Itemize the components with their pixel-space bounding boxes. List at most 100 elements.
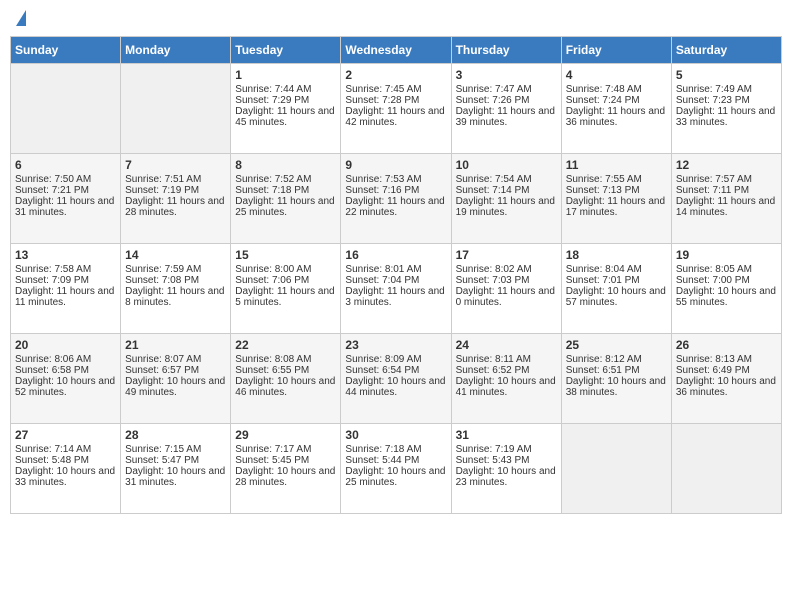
day-number: 21 bbox=[125, 338, 226, 352]
sunrise-text: Sunrise: 8:08 AM bbox=[235, 354, 336, 365]
calendar-cell: 27Sunrise: 7:14 AMSunset: 5:48 PMDayligh… bbox=[11, 424, 121, 514]
daylight-text: Daylight: 10 hours and 25 minutes. bbox=[345, 466, 446, 488]
daylight-text: Daylight: 10 hours and 33 minutes. bbox=[15, 466, 116, 488]
daylight-text: Daylight: 11 hours and 11 minutes. bbox=[15, 286, 116, 308]
day-header-friday: Friday bbox=[561, 37, 671, 64]
sunrise-text: Sunrise: 8:06 AM bbox=[15, 354, 116, 365]
calendar-cell: 14Sunrise: 7:59 AMSunset: 7:08 PMDayligh… bbox=[121, 244, 231, 334]
sunset-text: Sunset: 6:49 PM bbox=[676, 365, 777, 376]
daylight-text: Daylight: 10 hours and 38 minutes. bbox=[566, 376, 667, 398]
sunrise-text: Sunrise: 7:53 AM bbox=[345, 174, 446, 185]
calendar-week-row: 13Sunrise: 7:58 AMSunset: 7:09 PMDayligh… bbox=[11, 244, 782, 334]
sunrise-text: Sunrise: 7:58 AM bbox=[15, 264, 116, 275]
calendar-cell: 18Sunrise: 8:04 AMSunset: 7:01 PMDayligh… bbox=[561, 244, 671, 334]
day-number: 20 bbox=[15, 338, 116, 352]
day-number: 12 bbox=[676, 158, 777, 172]
sunset-text: Sunset: 5:45 PM bbox=[235, 455, 336, 466]
daylight-text: Daylight: 11 hours and 25 minutes. bbox=[235, 196, 336, 218]
day-number: 26 bbox=[676, 338, 777, 352]
logo-triangle-icon bbox=[16, 10, 26, 26]
sunset-text: Sunset: 6:57 PM bbox=[125, 365, 226, 376]
sunset-text: Sunset: 7:23 PM bbox=[676, 95, 777, 106]
calendar-cell: 5Sunrise: 7:49 AMSunset: 7:23 PMDaylight… bbox=[671, 64, 781, 154]
daylight-text: Daylight: 11 hours and 14 minutes. bbox=[676, 196, 777, 218]
day-number: 28 bbox=[125, 428, 226, 442]
sunset-text: Sunset: 7:24 PM bbox=[566, 95, 667, 106]
daylight-text: Daylight: 10 hours and 55 minutes. bbox=[676, 286, 777, 308]
calendar-cell: 13Sunrise: 7:58 AMSunset: 7:09 PMDayligh… bbox=[11, 244, 121, 334]
daylight-text: Daylight: 10 hours and 36 minutes. bbox=[676, 376, 777, 398]
day-header-tuesday: Tuesday bbox=[231, 37, 341, 64]
daylight-text: Daylight: 10 hours and 23 minutes. bbox=[456, 466, 557, 488]
calendar-cell: 25Sunrise: 8:12 AMSunset: 6:51 PMDayligh… bbox=[561, 334, 671, 424]
logo bbox=[14, 10, 26, 28]
calendar-cell: 24Sunrise: 8:11 AMSunset: 6:52 PMDayligh… bbox=[451, 334, 561, 424]
sunrise-text: Sunrise: 7:50 AM bbox=[15, 174, 116, 185]
day-number: 7 bbox=[125, 158, 226, 172]
calendar-cell: 7Sunrise: 7:51 AMSunset: 7:19 PMDaylight… bbox=[121, 154, 231, 244]
day-number: 3 bbox=[456, 68, 557, 82]
daylight-text: Daylight: 11 hours and 0 minutes. bbox=[456, 286, 557, 308]
day-number: 31 bbox=[456, 428, 557, 442]
daylight-text: Daylight: 10 hours and 31 minutes. bbox=[125, 466, 226, 488]
sunset-text: Sunset: 5:47 PM bbox=[125, 455, 226, 466]
daylight-text: Daylight: 11 hours and 17 minutes. bbox=[566, 196, 667, 218]
sunrise-text: Sunrise: 7:17 AM bbox=[235, 444, 336, 455]
day-number: 23 bbox=[345, 338, 446, 352]
calendar-cell: 15Sunrise: 8:00 AMSunset: 7:06 PMDayligh… bbox=[231, 244, 341, 334]
daylight-text: Daylight: 11 hours and 45 minutes. bbox=[235, 106, 336, 128]
daylight-text: Daylight: 11 hours and 31 minutes. bbox=[15, 196, 116, 218]
calendar-cell: 1Sunrise: 7:44 AMSunset: 7:29 PMDaylight… bbox=[231, 64, 341, 154]
daylight-text: Daylight: 11 hours and 42 minutes. bbox=[345, 106, 446, 128]
day-number: 9 bbox=[345, 158, 446, 172]
daylight-text: Daylight: 11 hours and 39 minutes. bbox=[456, 106, 557, 128]
page-header bbox=[10, 10, 782, 28]
calendar-cell: 19Sunrise: 8:05 AMSunset: 7:00 PMDayligh… bbox=[671, 244, 781, 334]
day-number: 19 bbox=[676, 248, 777, 262]
day-header-wednesday: Wednesday bbox=[341, 37, 451, 64]
day-number: 16 bbox=[345, 248, 446, 262]
day-header-sunday: Sunday bbox=[11, 37, 121, 64]
day-number: 2 bbox=[345, 68, 446, 82]
daylight-text: Daylight: 11 hours and 22 minutes. bbox=[345, 196, 446, 218]
day-number: 15 bbox=[235, 248, 336, 262]
sunset-text: Sunset: 6:55 PM bbox=[235, 365, 336, 376]
sunset-text: Sunset: 5:43 PM bbox=[456, 455, 557, 466]
sunrise-text: Sunrise: 7:57 AM bbox=[676, 174, 777, 185]
daylight-text: Daylight: 10 hours and 46 minutes. bbox=[235, 376, 336, 398]
sunrise-text: Sunrise: 7:51 AM bbox=[125, 174, 226, 185]
daylight-text: Daylight: 11 hours and 33 minutes. bbox=[676, 106, 777, 128]
daylight-text: Daylight: 11 hours and 3 minutes. bbox=[345, 286, 446, 308]
daylight-text: Daylight: 10 hours and 28 minutes. bbox=[235, 466, 336, 488]
sunset-text: Sunset: 7:04 PM bbox=[345, 275, 446, 286]
day-number: 24 bbox=[456, 338, 557, 352]
sunset-text: Sunset: 7:16 PM bbox=[345, 185, 446, 196]
calendar-cell: 8Sunrise: 7:52 AMSunset: 7:18 PMDaylight… bbox=[231, 154, 341, 244]
day-number: 14 bbox=[125, 248, 226, 262]
sunrise-text: Sunrise: 7:19 AM bbox=[456, 444, 557, 455]
daylight-text: Daylight: 10 hours and 41 minutes. bbox=[456, 376, 557, 398]
calendar-cell: 17Sunrise: 8:02 AMSunset: 7:03 PMDayligh… bbox=[451, 244, 561, 334]
day-number: 5 bbox=[676, 68, 777, 82]
calendar-week-row: 27Sunrise: 7:14 AMSunset: 5:48 PMDayligh… bbox=[11, 424, 782, 514]
sunset-text: Sunset: 7:13 PM bbox=[566, 185, 667, 196]
daylight-text: Daylight: 10 hours and 57 minutes. bbox=[566, 286, 667, 308]
sunrise-text: Sunrise: 8:01 AM bbox=[345, 264, 446, 275]
calendar-cell: 3Sunrise: 7:47 AMSunset: 7:26 PMDaylight… bbox=[451, 64, 561, 154]
day-number: 18 bbox=[566, 248, 667, 262]
daylight-text: Daylight: 11 hours and 19 minutes. bbox=[456, 196, 557, 218]
sunset-text: Sunset: 6:52 PM bbox=[456, 365, 557, 376]
calendar-week-row: 20Sunrise: 8:06 AMSunset: 6:58 PMDayligh… bbox=[11, 334, 782, 424]
sunset-text: Sunset: 7:19 PM bbox=[125, 185, 226, 196]
calendar-cell: 2Sunrise: 7:45 AMSunset: 7:28 PMDaylight… bbox=[341, 64, 451, 154]
sunset-text: Sunset: 6:51 PM bbox=[566, 365, 667, 376]
sunset-text: Sunset: 7:01 PM bbox=[566, 275, 667, 286]
calendar-cell: 22Sunrise: 8:08 AMSunset: 6:55 PMDayligh… bbox=[231, 334, 341, 424]
sunset-text: Sunset: 7:11 PM bbox=[676, 185, 777, 196]
sunrise-text: Sunrise: 8:12 AM bbox=[566, 354, 667, 365]
calendar-cell: 26Sunrise: 8:13 AMSunset: 6:49 PMDayligh… bbox=[671, 334, 781, 424]
sunset-text: Sunset: 7:26 PM bbox=[456, 95, 557, 106]
daylight-text: Daylight: 11 hours and 8 minutes. bbox=[125, 286, 226, 308]
sunset-text: Sunset: 7:03 PM bbox=[456, 275, 557, 286]
sunset-text: Sunset: 7:00 PM bbox=[676, 275, 777, 286]
